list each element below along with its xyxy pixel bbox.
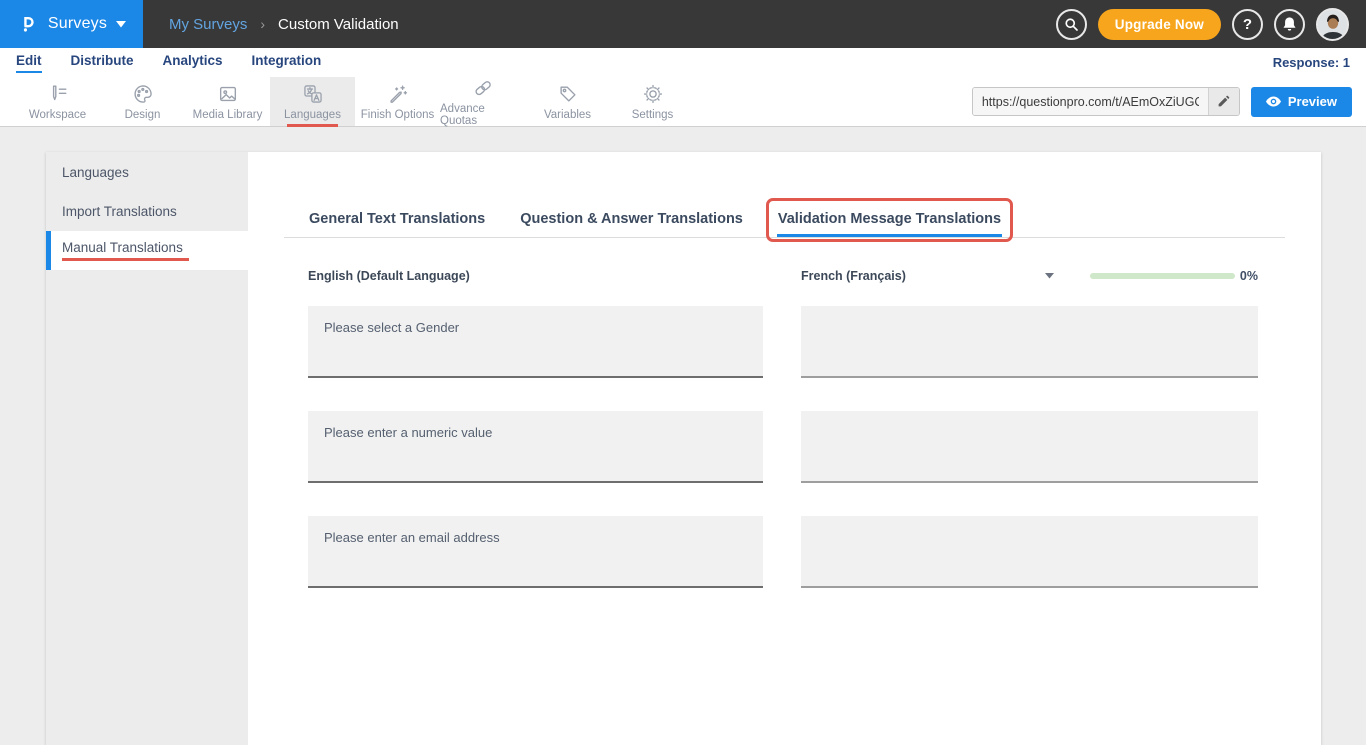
search-button[interactable] bbox=[1056, 9, 1087, 40]
design-icon bbox=[132, 83, 154, 105]
workspace-icon bbox=[47, 83, 69, 105]
variables-icon bbox=[557, 83, 579, 105]
toolbar-item-variables[interactable]: Variables bbox=[525, 77, 610, 126]
advance-quotas-icon bbox=[472, 77, 494, 99]
language-header-row: English (Default Language) French (Franç… bbox=[284, 269, 1285, 283]
breadcrumb-separator: › bbox=[260, 16, 265, 32]
settings-icon bbox=[642, 83, 664, 105]
toolbar-item-finish-options[interactable]: Finish Options bbox=[355, 77, 440, 126]
tab-general-text-translations[interactable]: General Text Translations bbox=[308, 202, 486, 237]
questionpro-logo-icon bbox=[17, 12, 39, 36]
nav-tab-analytics[interactable]: Analytics bbox=[163, 53, 223, 73]
source-text-box: Please enter a numeric value bbox=[308, 411, 763, 483]
translation-row: Please select a Gender bbox=[308, 306, 1285, 378]
toolbar-item-design[interactable]: Design bbox=[100, 77, 185, 126]
source-language-label: English (Default Language) bbox=[308, 269, 763, 283]
media-library-icon bbox=[217, 83, 239, 105]
edit-toolbar: Workspace Design Media Library bbox=[0, 77, 1366, 127]
breadcrumb-current-survey: Custom Validation bbox=[278, 16, 399, 33]
translations-panel: Languages Import Translations Manual Tra… bbox=[46, 152, 1321, 745]
finish-options-icon bbox=[387, 83, 409, 105]
translation-progress-bar bbox=[1090, 273, 1235, 279]
tab-validation-message-translations[interactable]: Validation Message Translations bbox=[777, 202, 1002, 237]
product-switcher[interactable]: Surveys bbox=[0, 0, 143, 48]
toolbar-item-workspace[interactable]: Workspace bbox=[15, 77, 100, 126]
toolbar-item-advance-quotas[interactable]: Advance Quotas bbox=[440, 77, 525, 126]
sidebar-item-manual-translations[interactable]: Manual Translations bbox=[46, 231, 248, 270]
languages-icon bbox=[302, 83, 324, 105]
target-language-select[interactable]: French (Français) bbox=[801, 269, 1054, 283]
bell-icon bbox=[1282, 16, 1297, 32]
translation-tabs: General Text Translations Question & Ans… bbox=[284, 202, 1285, 238]
sidebar-item-import-translations[interactable]: Import Translations bbox=[46, 192, 248, 231]
sidebar-item-languages[interactable]: Languages bbox=[46, 153, 248, 192]
nav-tab-integration[interactable]: Integration bbox=[252, 53, 322, 73]
help-button[interactable]: ? bbox=[1232, 9, 1263, 40]
source-text-box: Please select a Gender bbox=[308, 306, 763, 378]
preview-button[interactable]: Preview bbox=[1251, 87, 1352, 117]
response-count[interactable]: Response: 1 bbox=[1273, 55, 1350, 70]
target-text-box[interactable] bbox=[801, 306, 1258, 378]
target-text-box[interactable] bbox=[801, 411, 1258, 483]
pencil-icon bbox=[1217, 95, 1230, 108]
top-header: Surveys My Surveys › Custom Validation U… bbox=[0, 0, 1366, 48]
survey-section-nav: Edit Distribute Analytics Integration Re… bbox=[0, 48, 1366, 77]
search-icon bbox=[1064, 17, 1079, 32]
page-background: Languages Import Translations Manual Tra… bbox=[0, 127, 1366, 745]
product-name: Surveys bbox=[48, 15, 107, 33]
manual-translations-content: General Text Translations Question & Ans… bbox=[248, 152, 1321, 745]
translations-sidebar: Languages Import Translations Manual Tra… bbox=[46, 152, 248, 745]
caret-down-icon bbox=[1045, 273, 1054, 279]
annotation-underline-manual-translations bbox=[62, 258, 189, 261]
notifications-button[interactable] bbox=[1274, 9, 1305, 40]
translation-rows: Please select a Gender Please enter a nu… bbox=[284, 306, 1285, 588]
toolbar-item-settings[interactable]: Settings bbox=[610, 77, 695, 126]
translation-row: Please enter a numeric value bbox=[308, 411, 1285, 483]
source-text-box: Please enter an email address bbox=[308, 516, 763, 588]
survey-url-input[interactable] bbox=[973, 88, 1208, 115]
translation-row: Please enter an email address bbox=[308, 516, 1285, 588]
nav-tab-edit[interactable]: Edit bbox=[16, 53, 42, 73]
target-text-box[interactable] bbox=[801, 516, 1258, 588]
translation-progress-percent: 0% bbox=[1240, 269, 1258, 283]
target-language-value: French (Français) bbox=[801, 269, 906, 283]
survey-url-field bbox=[972, 87, 1240, 116]
toolbar-item-media-library[interactable]: Media Library bbox=[185, 77, 270, 126]
avatar[interactable] bbox=[1316, 8, 1349, 41]
question-mark-icon: ? bbox=[1243, 16, 1252, 33]
eye-icon bbox=[1266, 96, 1281, 107]
nav-tab-distribute[interactable]: Distribute bbox=[71, 53, 134, 73]
tab-question-answer-translations[interactable]: Question & Answer Translations bbox=[519, 202, 744, 237]
toolbar-item-languages[interactable]: Languages bbox=[270, 77, 355, 126]
edit-url-button[interactable] bbox=[1208, 88, 1239, 115]
upgrade-now-button[interactable]: Upgrade Now bbox=[1098, 9, 1221, 40]
breadcrumb: My Surveys › Custom Validation bbox=[169, 16, 399, 33]
chevron-down-icon bbox=[116, 21, 126, 28]
breadcrumb-my-surveys[interactable]: My Surveys bbox=[169, 16, 247, 33]
